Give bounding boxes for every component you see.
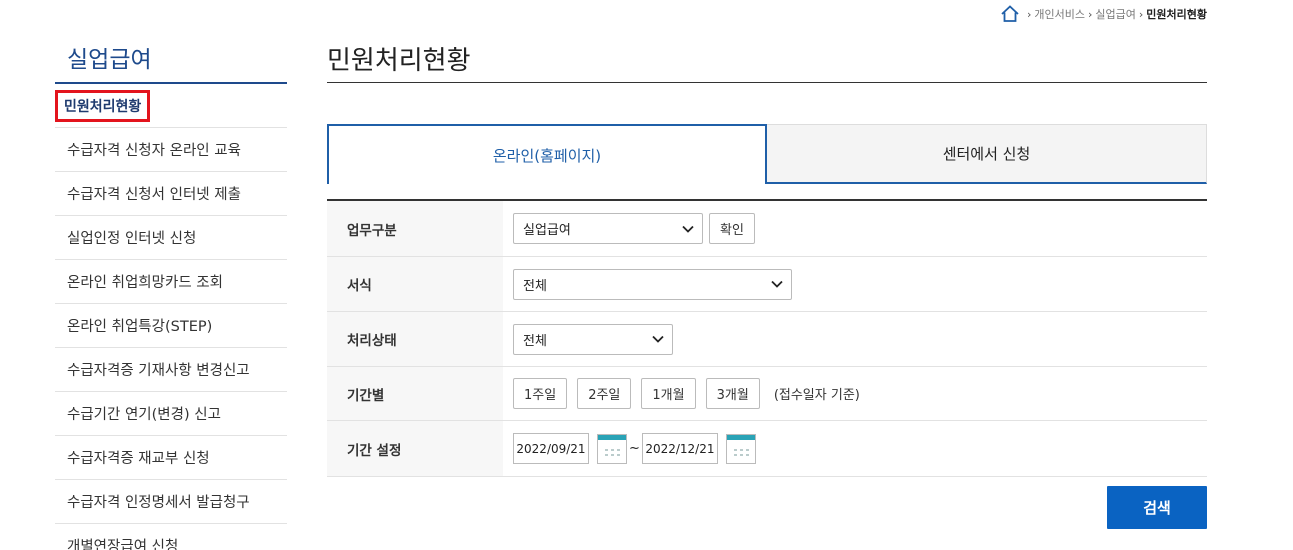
sidebar-title: 실업급여 [67, 47, 152, 73]
chevron-down-icon [682, 225, 694, 233]
sidebar-item-label: 개별연장급여 신청 [67, 539, 179, 550]
start-date-input[interactable]: 2022/09/21 [513, 433, 589, 464]
form-type-label: 서식 [327, 257, 503, 311]
chevron-down-icon [652, 335, 664, 343]
breadcrumb-current: 민원처리현황 [1146, 8, 1207, 21]
sidebar-item-job-card[interactable]: 온라인 취업희망카드 조회 [55, 260, 287, 304]
search-button[interactable]: 검색 [1107, 486, 1207, 529]
period-3month-button[interactable]: 3개월 [705, 378, 760, 409]
sidebar-item-label: 수급자격 인정명세서 발급청구 [67, 495, 250, 511]
chevron-right-icon: › [1138, 7, 1144, 21]
period-label: 기간별 [327, 367, 503, 420]
chevron-right-icon: › [1026, 7, 1032, 21]
sidebar-item-label: 온라인 취업희망카드 조회 [67, 275, 223, 291]
form-row-work-type: 업무구분 실업급여 확인 [327, 201, 1207, 257]
tab-center[interactable]: 센터에서 신청 [767, 124, 1207, 184]
sidebar-item-extended-benefit[interactable]: 개별연장급여 신청 [55, 524, 287, 550]
sidebar-item-unemployment-recognition[interactable]: 실업인정 인터넷 신청 [55, 216, 287, 260]
sidebar-item-label: 수급자격증 기재사항 변경신고 [67, 363, 250, 379]
sidebar-item-label: 수급자격증 재교부 신청 [67, 451, 210, 467]
period-2week-button[interactable]: 2주일 [577, 378, 632, 409]
chevron-down-icon [771, 280, 783, 288]
sidebar-item-label: 실업인정 인터넷 신청 [67, 231, 197, 247]
period-1week-button[interactable]: 1주일 [513, 378, 568, 409]
breadcrumb-item[interactable]: 실업급여 [1095, 6, 1135, 22]
chevron-right-icon: › [1087, 7, 1093, 21]
period-note: (접수일자 기준) [773, 388, 860, 403]
calendar-icon[interactable] [725, 433, 756, 464]
search-form: 업무구분 실업급여 확인 서식 전체 처리상태 전체 기간별 1주일 2주일 1… [327, 199, 1207, 477]
breadcrumb-item[interactable]: 개인서비스 [1034, 6, 1085, 22]
calendar-icon[interactable] [597, 433, 627, 464]
tab-bar: 온라인(홈페이지) 센터에서 신청 [327, 124, 1207, 184]
status-label: 처리상태 [327, 312, 503, 366]
form-row-form-type: 서식 전체 [327, 257, 1207, 312]
sidebar-item-certificate-request[interactable]: 수급자격 인정명세서 발급청구 [55, 480, 287, 524]
sidebar-item-change-report[interactable]: 수급자격증 기재사항 변경신고 [55, 348, 287, 392]
sidebar-item-period-extension[interactable]: 수급기간 연기(변경) 신고 [55, 392, 287, 436]
sidebar-item-application-submit[interactable]: 수급자격 신청서 인터넷 제출 [55, 172, 287, 216]
sidebar-item-step[interactable]: 온라인 취업특강(STEP) [55, 304, 287, 348]
period-1month-button[interactable]: 1개월 [641, 378, 696, 409]
work-type-select[interactable]: 실업급여 [513, 213, 703, 244]
tab-online[interactable]: 온라인(홈페이지) [327, 124, 767, 184]
form-row-status: 처리상태 전체 [327, 312, 1207, 367]
form-type-select[interactable]: 전체 [513, 268, 792, 300]
date-range-label: 기간 설정 [327, 421, 503, 476]
breadcrumb: › 개인서비스 › 실업급여 › 민원처리현황 [1000, 4, 1207, 24]
form-row-date-range: 기간 설정 2022/09/21 ~ 2022/12/21 [327, 421, 1207, 477]
title-divider [327, 82, 1207, 83]
sidebar-item-label: 민원처리현황 [55, 89, 151, 122]
sidebar-item-label: 온라인 취업특강(STEP) [67, 319, 213, 335]
home-icon[interactable] [1000, 4, 1020, 24]
sidebar-item-label: 수급자격 신청자 온라인 교육 [67, 143, 241, 159]
sidebar-item-complaint-status[interactable]: 민원처리현황 [55, 84, 287, 128]
sidebar-item-label: 수급자격 신청서 인터넷 제출 [67, 187, 241, 203]
sidebar-item-reissue[interactable]: 수급자격증 재교부 신청 [55, 436, 287, 480]
date-separator: ~ [629, 441, 640, 456]
page-title: 민원처리현황 [327, 46, 471, 76]
sidebar-menu: 민원처리현황 수급자격 신청자 온라인 교육 수급자격 신청서 인터넷 제출 실… [55, 84, 287, 550]
sidebar-item-online-education[interactable]: 수급자격 신청자 온라인 교육 [55, 128, 287, 172]
sidebar-item-label: 수급기간 연기(변경) 신고 [67, 407, 221, 423]
work-type-label: 업무구분 [327, 201, 503, 256]
confirm-button[interactable]: 확인 [709, 213, 755, 244]
status-select[interactable]: 전체 [513, 323, 673, 355]
end-date-input[interactable]: 2022/12/21 [641, 433, 718, 464]
form-row-period: 기간별 1주일 2주일 1개월 3개월 (접수일자 기준) [327, 367, 1207, 421]
